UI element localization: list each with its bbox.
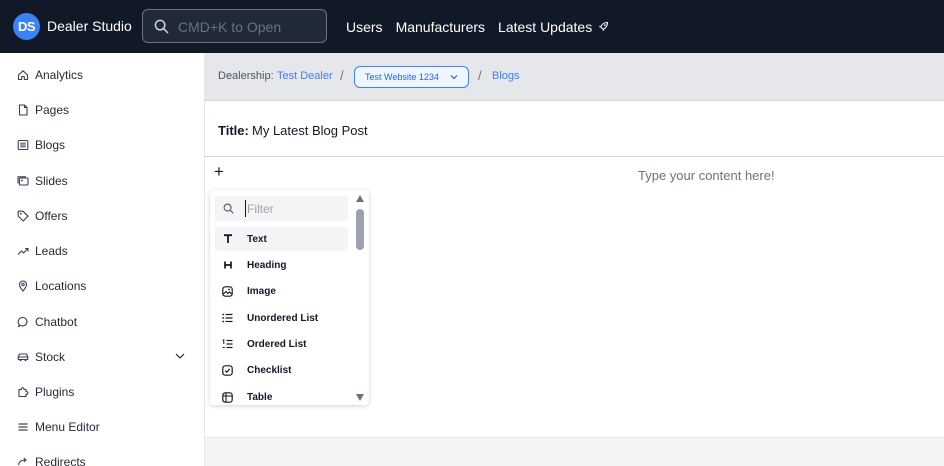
nav-latest-updates[interactable]: Latest Updates [498,19,609,35]
filter-input[interactable] [245,200,340,217]
search-icon [223,203,234,214]
block-menu: Text Heading Image Unordered List Ordere… [210,190,369,405]
post-title[interactable]: My Latest Blog Post [252,123,368,138]
sidebar-item-label: Redirects [35,455,86,466]
sidebar-item-analytics[interactable]: Analytics [0,60,204,90]
app-name[interactable]: Dealer Studio [47,18,132,34]
trending-icon [17,245,29,257]
search-input[interactable] [178,16,318,38]
tag-icon [17,210,29,222]
block-option-checklist[interactable]: Checklist [215,358,348,382]
dealership-link[interactable]: Test Dealer [277,70,333,82]
sidebar-item-label: Pages [35,103,70,117]
text-icon [222,234,233,245]
sidebar-item-label: Analytics [35,68,84,82]
blog-icon [17,139,29,151]
rocket-icon [599,21,609,32]
chevron-down-icon[interactable] [175,352,185,360]
heading-icon [222,260,233,271]
car-icon [17,351,29,363]
block-option-text[interactable]: Text [215,227,348,251]
chevron-down-icon [450,75,458,80]
checklist-icon [222,364,233,376]
title-label: Title: [218,123,249,138]
block-option-label: Ordered List [247,338,307,350]
add-block-button[interactable]: + [214,163,224,180]
sidebar-item-leads[interactable]: Leads [0,236,204,266]
sidebar-item-label: Plugins [35,385,75,399]
page-icon [17,104,29,116]
ordered-list-icon [222,339,233,350]
sidebar-item-redirects[interactable]: Redirects [0,447,204,466]
sidebar-item-slides[interactable]: Slides [0,166,204,196]
scroll-thumb[interactable] [356,209,364,250]
block-option-label: Image [247,285,276,297]
block-option-table[interactable]: Table [215,385,348,405]
redirect-icon [17,456,29,466]
block-option-label: Text [247,233,267,245]
dealership-label: Dealership: [218,70,274,82]
sidebar-item-label: Blogs [35,138,66,152]
sidebar-item-label: Menu Editor [35,420,100,434]
search-box[interactable] [142,9,327,43]
filter-box[interactable] [215,196,348,221]
sidebar-item-chatbot[interactable]: Chatbot [0,307,204,337]
home-icon [17,69,29,81]
sidebar-item-label: Stock [35,350,66,364]
top-nav: Users Manufacturers Latest Updates [346,19,609,35]
sidebar-item-label: Chatbot [35,315,78,329]
sidebar-item-stock[interactable]: Stock [0,342,204,372]
block-option-image[interactable]: Image [215,279,348,303]
nav-users[interactable]: Users [346,19,383,35]
nav-latest-updates-label: Latest Updates [498,19,593,35]
sidebar-item-offers[interactable]: Offers [0,201,204,231]
sidebar-item-pages[interactable]: Pages [0,95,204,125]
location-pin-icon [17,280,29,292]
breadcrumb-separator: / [478,68,482,83]
scroll-down-arrow[interactable] [356,394,364,401]
image-icon [222,285,233,297]
menu-icon [17,421,29,433]
block-option-label: Table [247,391,273,403]
table-icon [222,391,233,403]
sidebar: Analytics Pages Blogs Slides Offers Lead… [0,53,205,466]
sidebar-item-label: Offers [35,209,68,223]
title-row[interactable]: Title: My Latest Blog Post [205,101,944,157]
website-select[interactable]: Test Website 1234 [354,66,469,88]
breadcrumb: Dealership: Test Dealer / Test Website 1… [205,53,944,101]
block-option-label: Heading [247,259,287,271]
unordered-list-icon [222,313,233,324]
blogs-link[interactable]: Blogs [492,70,520,82]
footer-bar [205,437,944,466]
block-option-label: Checklist [247,364,292,376]
sidebar-item-menu-editor[interactable]: Menu Editor [0,412,204,442]
search-icon [154,19,169,34]
slides-icon [17,175,29,187]
sidebar-item-label: Locations [35,279,87,293]
block-option-ordered-list[interactable]: Ordered List [215,332,348,356]
block-option-unordered-list[interactable]: Unordered List [215,306,348,330]
sidebar-item-plugins[interactable]: Plugins [0,377,204,407]
logo-badge[interactable]: DS [13,13,40,40]
content-placeholder[interactable]: Type your content here! [638,168,775,183]
breadcrumb-separator: / [340,68,344,83]
scroll-up-arrow[interactable] [356,195,364,202]
block-option-heading[interactable]: Heading [215,253,348,277]
top-bar: DS Dealer Studio Users Manufacturers Lat… [0,0,944,53]
sidebar-item-label: Slides [35,174,68,188]
chat-icon [17,316,29,328]
nav-manufacturers[interactable]: Manufacturers [396,19,485,35]
sidebar-item-locations[interactable]: Locations [0,271,204,301]
block-option-label: Unordered List [247,312,319,324]
sidebar-item-label: Leads [35,244,68,258]
puzzle-icon [17,386,29,398]
website-select-value: Test Website 1234 [365,72,439,82]
menu-scrollbar[interactable] [354,193,366,403]
sidebar-item-blogs[interactable]: Blogs [0,130,204,160]
